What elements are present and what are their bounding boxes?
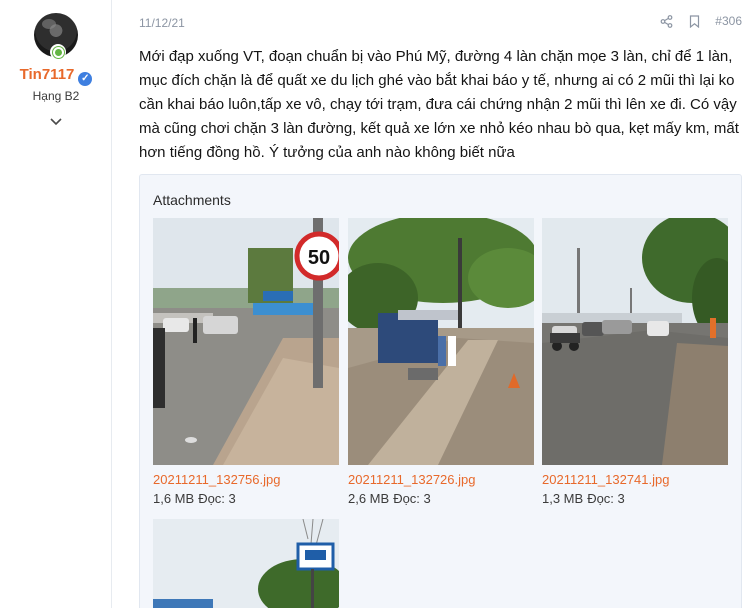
bookmark-icon[interactable]	[687, 14, 701, 28]
attachment-filename[interactable]: 20211211_132741.jpg	[542, 472, 728, 487]
user-sidebar: Tin7117 ✓ Hạng B2	[0, 0, 112, 608]
attachment-views: Đọc: 3	[198, 491, 236, 506]
post-actions: #306	[659, 14, 742, 28]
user-rank: Hạng B2	[32, 89, 80, 103]
attachment-thumbnail[interactable]: 50	[153, 218, 339, 465]
share-icon[interactable]	[659, 14, 673, 28]
post-body: Mới đạp xuống VT, đoạn chuẩn bị vào Phú …	[139, 48, 739, 161]
attachment-views: Đọc: 3	[587, 491, 625, 506]
verified-badge-icon: ✓	[78, 72, 93, 86]
attachment-meta: 2,6 MB Đọc: 3	[348, 491, 534, 506]
attachments-title: Attachments	[153, 192, 231, 208]
attachment-size: 1,3 MB	[542, 491, 584, 506]
attachment-thumbnail[interactable]	[348, 218, 534, 465]
attachment-size: 1,6 MB	[153, 491, 195, 506]
attachment-views: Đọc: 3	[393, 491, 431, 506]
online-status-icon	[50, 44, 66, 60]
attachment-thumbnail[interactable]	[542, 218, 728, 465]
attachment-meta: 1,6 MB Đọc: 3	[153, 491, 339, 506]
attachment-meta: 1,3 MB Đọc: 3	[542, 491, 728, 506]
username[interactable]: Tin7117 ✓	[0, 66, 112, 86]
attachment-size: 2,6 MB	[348, 491, 390, 506]
attachment-item[interactable]: 20211211_132741.jpg 1,3 MB Đọc: 3	[542, 218, 728, 506]
post-number[interactable]: #306	[715, 14, 742, 28]
attachments-box: Attachments 50 20211211_132756.jpg 1,6 M…	[139, 174, 742, 608]
attachment-item[interactable]: 50 20211211_132756.jpg 1,6 MB Đọc: 3	[153, 218, 339, 506]
attachment-item[interactable]	[153, 519, 339, 608]
attachment-filename[interactable]: 20211211_132726.jpg	[348, 472, 534, 487]
chevron-down-icon[interactable]	[48, 115, 64, 129]
username-text[interactable]: Tin7117	[20, 66, 75, 83]
attachment-item[interactable]: 20211211_132726.jpg 2,6 MB Đọc: 3	[348, 218, 534, 506]
attachment-thumbnail[interactable]	[153, 519, 339, 608]
post-date[interactable]: 11/12/21	[139, 16, 185, 30]
speed-limit-sign: 50	[308, 247, 330, 269]
attachment-filename[interactable]: 20211211_132756.jpg	[153, 472, 339, 487]
